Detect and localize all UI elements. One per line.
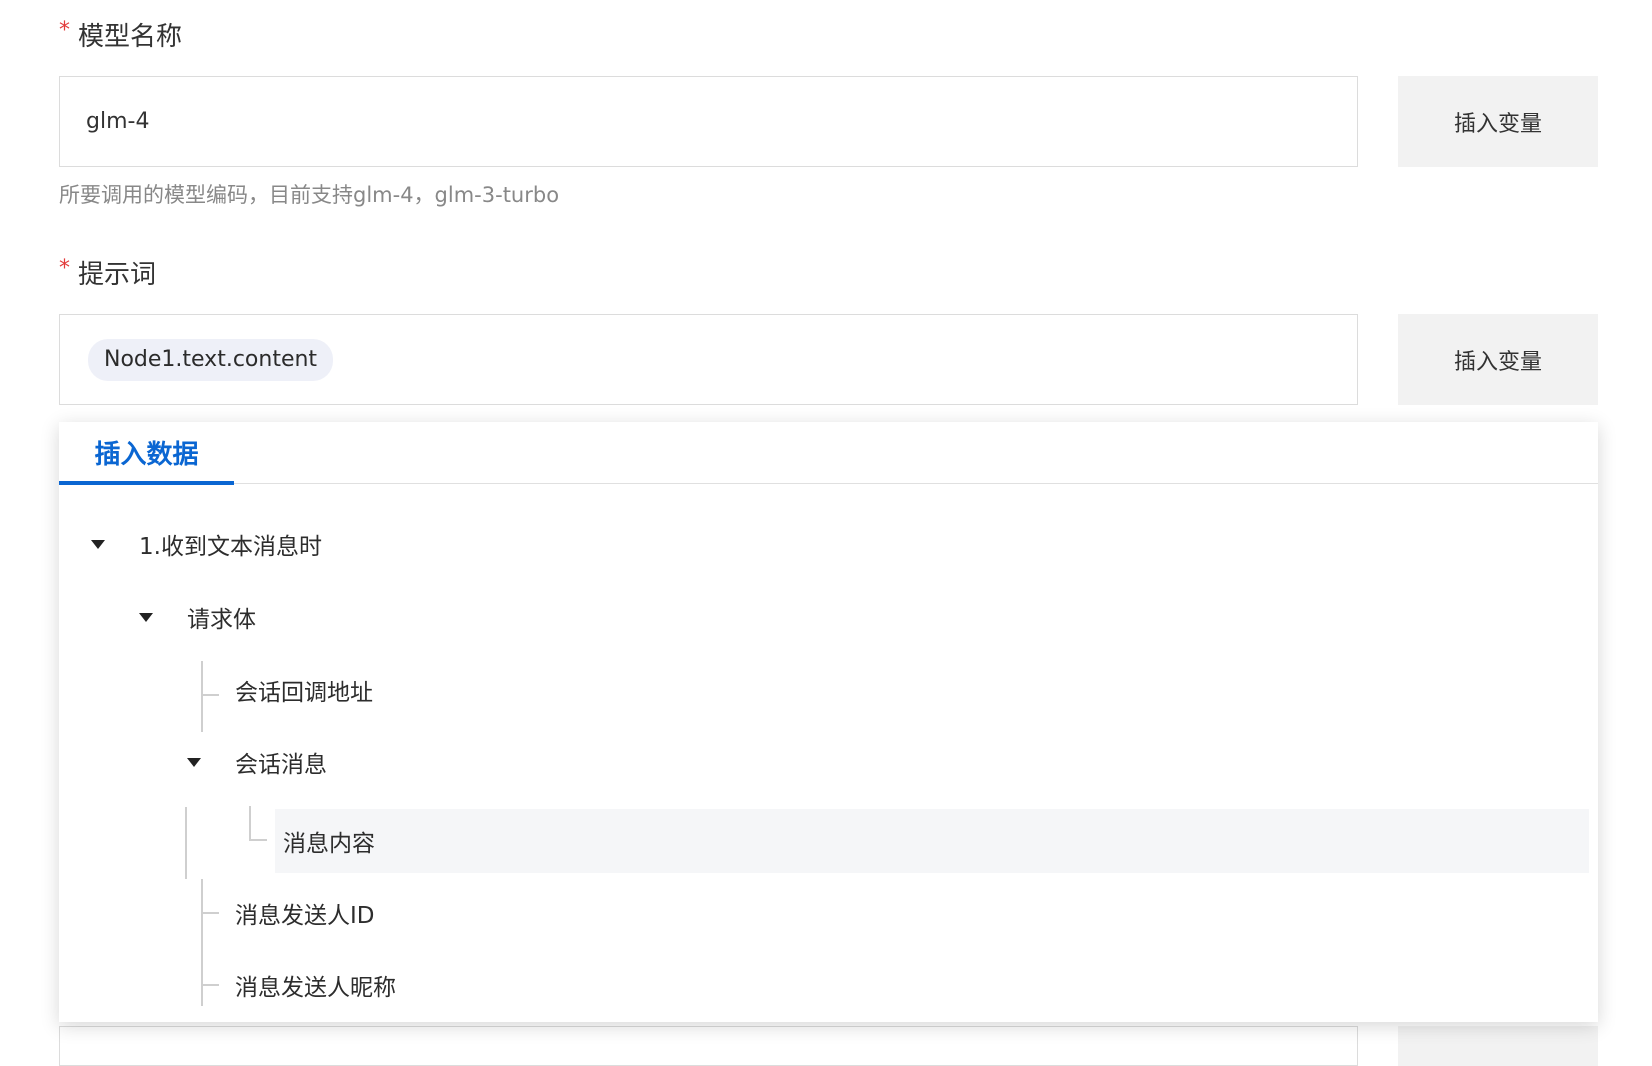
tree-connector bbox=[201, 984, 219, 986]
tree-node-message-content[interactable]: 消息内容 bbox=[283, 821, 375, 861]
prompt-hint-obscured bbox=[59, 406, 279, 422]
tree-connector bbox=[201, 694, 219, 696]
tree-node-label: 消息内容 bbox=[283, 831, 375, 857]
tree-node-sender-id[interactable]: 消息发送人ID bbox=[235, 893, 375, 933]
insert-data-dropdown: 插入数据 1.收到文本消息时 请求体 会话回调地址 会话消息 消息内容 消息发送… bbox=[59, 422, 1598, 1022]
insert-variable-button-prompt[interactable]: 插入变量 bbox=[1398, 314, 1598, 405]
tab-insert-data[interactable]: 插入数据 bbox=[59, 422, 234, 485]
caret-down-icon[interactable] bbox=[91, 539, 105, 549]
tree-node-label: 1.收到文本消息时 bbox=[139, 534, 322, 560]
tree-connector bbox=[185, 807, 187, 879]
tree-connector bbox=[201, 912, 219, 914]
tree-node-request-body[interactable]: 请求体 bbox=[139, 597, 256, 637]
insert-variable-button-model[interactable]: 插入变量 bbox=[1398, 76, 1598, 167]
tree-connector bbox=[201, 661, 203, 732]
next-input-partial[interactable] bbox=[59, 1026, 1358, 1066]
tree-node-label: 消息发送人ID bbox=[235, 903, 375, 929]
active-tab-indicator bbox=[59, 481, 234, 485]
tree-node-label: 请求体 bbox=[187, 607, 256, 633]
variable-chip[interactable]: Node1.text.content bbox=[88, 338, 334, 381]
prompt-label-text: 提示词 bbox=[78, 259, 157, 290]
tree-node-sender-nickname[interactable]: 消息发送人昵称 bbox=[235, 965, 396, 1005]
model-name-hint: 所要调用的模型编码，目前支持glm-4，glm-3-turbo bbox=[59, 183, 560, 207]
tree-node-label: 会话回调地址 bbox=[235, 680, 373, 706]
required-mark: * bbox=[59, 255, 70, 281]
tree-connector bbox=[249, 839, 267, 841]
model-name-label: * 模型名称 bbox=[59, 14, 182, 54]
prompt-label: * 提示词 bbox=[59, 252, 156, 292]
prompt-input[interactable]: Node1.text.content bbox=[59, 314, 1358, 405]
tree-row-highlight bbox=[275, 809, 1589, 873]
required-mark: * bbox=[59, 17, 70, 43]
tree-connector bbox=[249, 806, 251, 840]
tree-node-session-callback[interactable]: 会话回调地址 bbox=[235, 670, 373, 710]
tree-node-root[interactable]: 1.收到文本消息时 bbox=[91, 524, 322, 564]
model-name-label-text: 模型名称 bbox=[78, 21, 183, 52]
caret-down-icon[interactable] bbox=[139, 612, 153, 622]
model-name-input[interactable]: glm-4 bbox=[59, 76, 1358, 167]
tree-node-label: 消息发送人昵称 bbox=[235, 975, 396, 1001]
dropdown-tab-bar: 插入数据 bbox=[59, 422, 1598, 485]
next-insert-button-partial[interactable] bbox=[1398, 1026, 1598, 1066]
tree-node-label: 会话消息 bbox=[235, 752, 327, 778]
tab-insert-data-label: 插入数据 bbox=[94, 440, 199, 470]
caret-down-icon[interactable] bbox=[187, 757, 201, 767]
model-name-value: glm-4 bbox=[86, 109, 150, 134]
tree-node-session-message[interactable]: 会话消息 bbox=[187, 742, 327, 782]
tree-connector bbox=[201, 879, 203, 1006]
